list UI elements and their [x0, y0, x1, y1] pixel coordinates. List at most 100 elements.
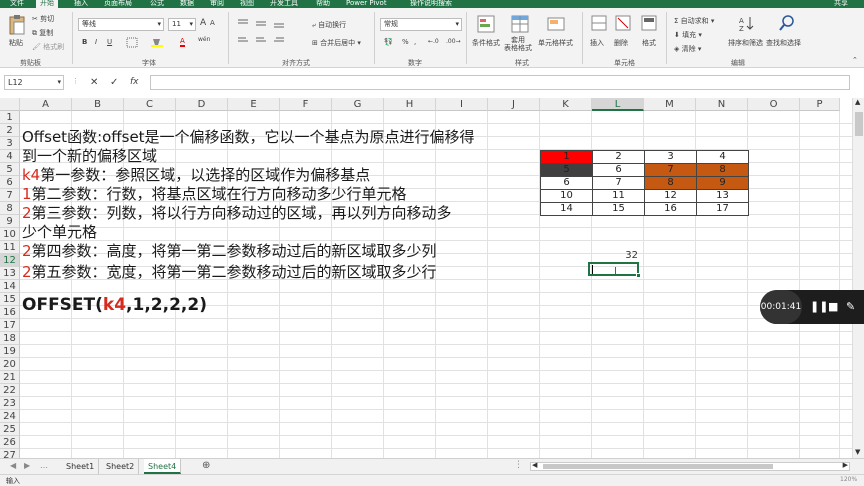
percent-button[interactable]: %	[402, 38, 409, 46]
row-header-2[interactable]: 2	[0, 124, 20, 137]
cell-styles-icon[interactable]	[546, 14, 566, 34]
table-cell[interactable]: 6	[540, 176, 593, 190]
fill-handle[interactable]	[636, 273, 641, 278]
tell-me-search[interactable]: 操作说明搜索	[410, 0, 452, 8]
cancel-entry-button[interactable]: ✕	[90, 77, 98, 88]
paste-icon[interactable]	[8, 14, 26, 36]
row-header-7[interactable]: 7	[0, 189, 20, 202]
column-header-a[interactable]: A	[20, 98, 72, 111]
table-cell[interactable]: 15	[592, 202, 645, 216]
row-header-26[interactable]: 26	[0, 436, 20, 449]
table-cell[interactable]: 8	[644, 176, 697, 190]
row-header-19[interactable]: 19	[0, 345, 20, 358]
formula-input[interactable]	[150, 75, 850, 90]
table-cell[interactable]: 6	[592, 163, 645, 177]
format-as-table-button[interactable]: 套用 表格格式	[504, 36, 532, 52]
table-cell[interactable]: 10	[540, 189, 593, 203]
pause-icon[interactable]: ❚❚	[810, 300, 828, 313]
tab-data[interactable]: 数据	[180, 0, 194, 8]
number-format-select[interactable]: 常规 ▾	[380, 18, 462, 31]
horizontal-scrollbar[interactable]: ◀ ▶	[530, 461, 850, 471]
add-sheet-icon[interactable]: ⊕	[202, 460, 210, 471]
scroll-right-icon[interactable]: ▶	[843, 461, 848, 469]
column-header-k[interactable]: K	[540, 98, 592, 111]
format-as-table-icon[interactable]	[510, 14, 530, 34]
tab-formulas[interactable]: 公式	[150, 0, 164, 8]
row-header-3[interactable]: 3	[0, 137, 20, 150]
scroll-down-icon[interactable]: ▼	[855, 448, 860, 456]
column-header-i[interactable]: I	[436, 98, 488, 111]
table-cell[interactable]: 11	[592, 189, 645, 203]
sheet-tab-sheet4[interactable]: Sheet4	[144, 459, 182, 474]
column-header-f[interactable]: F	[280, 98, 332, 111]
bold-button[interactable]: B	[82, 38, 87, 46]
row-header-1[interactable]: 1	[0, 111, 20, 124]
insert-function-button[interactable]: fx	[130, 77, 139, 87]
italic-button[interactable]: I	[95, 38, 97, 46]
stop-icon[interactable]: ■	[828, 300, 838, 313]
more-sheets-icon[interactable]: …	[40, 461, 48, 470]
column-header-g[interactable]: G	[332, 98, 384, 111]
column-header-c[interactable]: C	[124, 98, 176, 111]
row-header-9[interactable]: 9	[0, 215, 20, 228]
share-button[interactable]: 共享	[834, 0, 848, 8]
row-header-23[interactable]: 23	[0, 397, 20, 410]
row-header-4[interactable]: 4	[0, 150, 20, 163]
tab-review[interactable]: 审阅	[210, 0, 224, 8]
wrap-text-button[interactable]: ⤶ 自动换行	[312, 20, 346, 30]
comma-button[interactable]: ,	[414, 38, 416, 46]
column-header-j[interactable]: J	[488, 98, 540, 111]
tab-page-layout[interactable]: 页面布局	[104, 0, 132, 8]
delete-cells-icon[interactable]	[614, 14, 632, 32]
conditional-format-button[interactable]: 条件格式	[472, 38, 500, 48]
format-painter-button[interactable]: 🖌 格式刷	[32, 42, 64, 52]
scroll-thumb[interactable]	[543, 464, 773, 469]
tab-insert[interactable]: 插入	[74, 0, 88, 8]
name-box[interactable]: L12 ▾	[4, 75, 64, 90]
zoom-level[interactable]: 120%	[840, 476, 857, 483]
decrease-decimal-icon[interactable]: .00→	[446, 38, 461, 45]
tab-power-pivot[interactable]: Power Pivot	[346, 0, 387, 8]
sort-filter-button[interactable]: 排序和筛选	[728, 38, 763, 48]
font-name-select[interactable]: 等线 ▾	[78, 18, 164, 31]
row-header-6[interactable]: 6	[0, 176, 20, 189]
tab-home[interactable]: 开始	[36, 0, 58, 8]
table-cell[interactable]: 16	[644, 202, 697, 216]
cell-styles-button[interactable]: 单元格样式	[538, 38, 573, 48]
fill-button[interactable]: ⬇ 填充 ▾	[674, 30, 702, 40]
table-cell[interactable]: 7	[592, 176, 645, 190]
row-header-21[interactable]: 21	[0, 371, 20, 384]
scroll-thumb[interactable]	[855, 112, 863, 136]
autosum-button[interactable]: Σ 自动求和 ▾	[674, 16, 714, 26]
alignment-icons[interactable]	[236, 18, 306, 48]
merge-center-button[interactable]: ⊞ 合并后居中 ▾	[312, 38, 361, 48]
increase-decimal-icon[interactable]: ←.0	[428, 38, 439, 45]
worksheet-grid[interactable]: ABCDEFGHIJKLMNOP 1 2 3 4 5 6 7 8 9 10 11 12 13 14 15 16…	[0, 98, 852, 458]
row-header-25[interactable]: 25	[0, 423, 20, 436]
row-header-16[interactable]: 16	[0, 306, 20, 319]
table-cell[interactable]: 1	[540, 150, 593, 164]
insert-cells-button[interactable]: 插入	[590, 38, 604, 48]
sheet-tab-sheet2[interactable]: Sheet2	[102, 459, 140, 474]
accounting-format-icon[interactable]: 💱	[384, 38, 393, 46]
collapse-ribbon-icon[interactable]: ⌃	[852, 56, 858, 64]
row-header-22[interactable]: 22	[0, 384, 20, 397]
font-size-select[interactable]: 11 ▾	[168, 18, 196, 31]
tab-help[interactable]: 帮助	[316, 0, 330, 8]
row-header-20[interactable]: 20	[0, 358, 20, 371]
column-header-d[interactable]: D	[176, 98, 228, 111]
row-header-24[interactable]: 24	[0, 410, 20, 423]
find-select-button[interactable]: 查找和选择	[766, 38, 801, 48]
search-icon[interactable]	[778, 14, 796, 32]
tab-view[interactable]: 视图	[240, 0, 254, 8]
insert-cells-icon[interactable]	[590, 14, 608, 32]
table-cell[interactable]: 14	[540, 202, 593, 216]
format-cells-icon[interactable]	[640, 14, 658, 32]
underline-button[interactable]: U	[107, 38, 112, 46]
column-header-h[interactable]: H	[384, 98, 436, 111]
table-cell[interactable]: 2	[592, 150, 645, 164]
sort-filter-icon[interactable]: AZ	[738, 14, 756, 32]
row-header-5[interactable]: 5	[0, 163, 20, 176]
row-header-18[interactable]: 18	[0, 332, 20, 345]
column-header-o[interactable]: O	[748, 98, 800, 111]
